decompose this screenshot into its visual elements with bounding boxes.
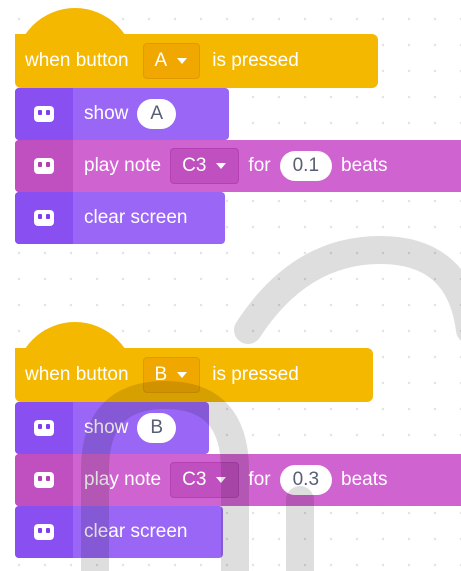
- show-block[interactable]: show B: [15, 402, 209, 454]
- show-text-input[interactable]: B: [137, 413, 177, 443]
- show-block[interactable]: show A: [15, 88, 229, 140]
- caret-down-icon: [177, 372, 188, 378]
- caret-down-icon: [177, 58, 188, 64]
- script-button-b: when button B is pressed show B play not…: [15, 322, 461, 558]
- note-dropdown[interactable]: C3: [170, 462, 240, 498]
- code-workspace[interactable]: when button A is pressed show A play not…: [0, 0, 461, 571]
- block-content: play note C3 for 0.1 beats: [73, 148, 388, 184]
- clear-screen-label: clear screen: [84, 207, 188, 228]
- show-text-input[interactable]: A: [137, 99, 177, 129]
- button-dropdown-value: B: [154, 364, 168, 385]
- show-label: show: [84, 417, 129, 438]
- block-stripe: [15, 454, 73, 506]
- robot-icon: [33, 523, 55, 541]
- clear-screen-block[interactable]: clear screen: [15, 192, 225, 244]
- for-label: for: [248, 155, 271, 176]
- robot-icon: [33, 157, 55, 175]
- block-content: show A: [73, 99, 177, 129]
- robot-icon: [33, 419, 55, 437]
- note-dropdown-value: C3: [182, 469, 207, 490]
- beats-input[interactable]: 0.3: [279, 465, 333, 495]
- block-stripe: [15, 192, 73, 244]
- for-label: for: [248, 469, 271, 490]
- hat-body: when button B is pressed: [15, 348, 373, 402]
- clear-screen-label: clear screen: [84, 521, 188, 542]
- when-button-pressed-block[interactable]: when button B is pressed: [15, 322, 461, 402]
- beats-input[interactable]: 0.1: [279, 151, 333, 181]
- block-content: clear screen: [73, 207, 188, 229]
- clear-screen-block[interactable]: clear screen: [15, 506, 223, 558]
- robot-icon: [33, 471, 55, 489]
- block-stripe: [15, 506, 73, 558]
- hat-suffix-label: is pressed: [212, 364, 299, 385]
- script-button-a: when button A is pressed show A play not…: [15, 8, 461, 244]
- note-dropdown-value: C3: [182, 155, 207, 176]
- block-content: show B: [73, 413, 177, 443]
- block-content: clear screen: [73, 521, 188, 543]
- button-dropdown[interactable]: A: [142, 43, 201, 79]
- play-note-label: play note: [84, 469, 162, 490]
- hat-prefix-label: when button: [25, 364, 129, 385]
- when-button-pressed-block[interactable]: when button A is pressed: [15, 8, 461, 88]
- block-stripe: [15, 88, 73, 140]
- play-note-label: play note: [84, 155, 162, 176]
- button-dropdown-value: A: [154, 50, 168, 71]
- caret-down-icon: [216, 477, 227, 483]
- beats-label: beats: [341, 469, 388, 490]
- block-stripe: [15, 140, 73, 192]
- play-note-block[interactable]: play note C3 for 0.1 beats: [15, 140, 461, 192]
- caret-down-icon: [216, 163, 227, 169]
- block-content: play note C3 for 0.3 beats: [73, 462, 388, 498]
- hat-suffix-label: is pressed: [212, 50, 299, 71]
- block-stripe: [15, 402, 73, 454]
- button-dropdown[interactable]: B: [142, 357, 201, 393]
- hat-body: when button A is pressed: [15, 34, 378, 88]
- robot-icon: [33, 105, 55, 123]
- robot-icon: [33, 209, 55, 227]
- hat-prefix-label: when button: [25, 50, 129, 71]
- play-note-block[interactable]: play note C3 for 0.3 beats: [15, 454, 461, 506]
- beats-label: beats: [341, 155, 388, 176]
- note-dropdown[interactable]: C3: [170, 148, 240, 184]
- show-label: show: [84, 103, 129, 124]
